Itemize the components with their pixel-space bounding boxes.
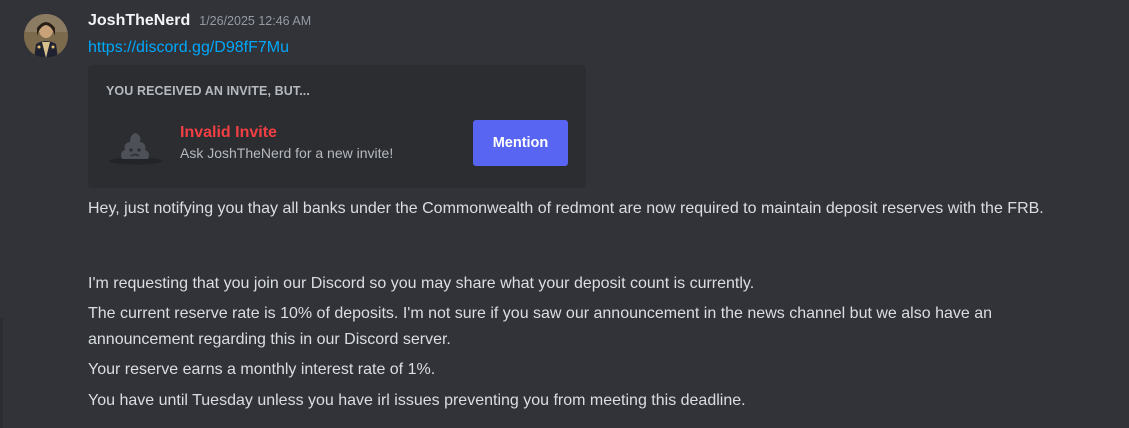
chat-message: JoshTheNerd 1/26/2025 12:46 AM https://d…: [0, 0, 1129, 428]
invite-heading: YOU RECEIVED AN INVITE, BUT...: [106, 84, 310, 98]
message-timestamp: 1/26/2025 12:46 AM: [199, 14, 312, 28]
message-header: JoshTheNerd 1/26/2025 12:46 AM: [88, 12, 311, 36]
message-line-2: I'm requesting that you join our Discord…: [88, 275, 755, 292]
invite-invalid-subtitle: Ask JoshTheNerd for a new invite!: [180, 145, 394, 161]
message-paragraph-3: The current reserve rate is 10% of depos…: [88, 305, 992, 348]
avatar-image-icon: [24, 14, 68, 58]
channel-edge-divider: [0, 318, 3, 428]
mention-button[interactable]: Mention: [473, 120, 568, 166]
message-paragraph-1: Hey, just notifying you thay all banks u…: [88, 200, 1044, 217]
invite-invalid-title: Invalid Invite: [180, 124, 277, 141]
sad-poop-icon: [109, 133, 162, 165]
invite-link[interactable]: https://discord.gg/D98fF7Mu: [88, 39, 289, 57]
avatar[interactable]: [24, 14, 68, 58]
author-username[interactable]: JoshTheNerd: [88, 12, 190, 30]
message-line-4: Your reserve earns a monthly interest ra…: [88, 361, 436, 378]
message-line-5: You have until Tuesday unless you have i…: [88, 392, 746, 409]
invite-embed: YOU RECEIVED AN INVITE, BUT... Invalid I…: [88, 65, 586, 188]
